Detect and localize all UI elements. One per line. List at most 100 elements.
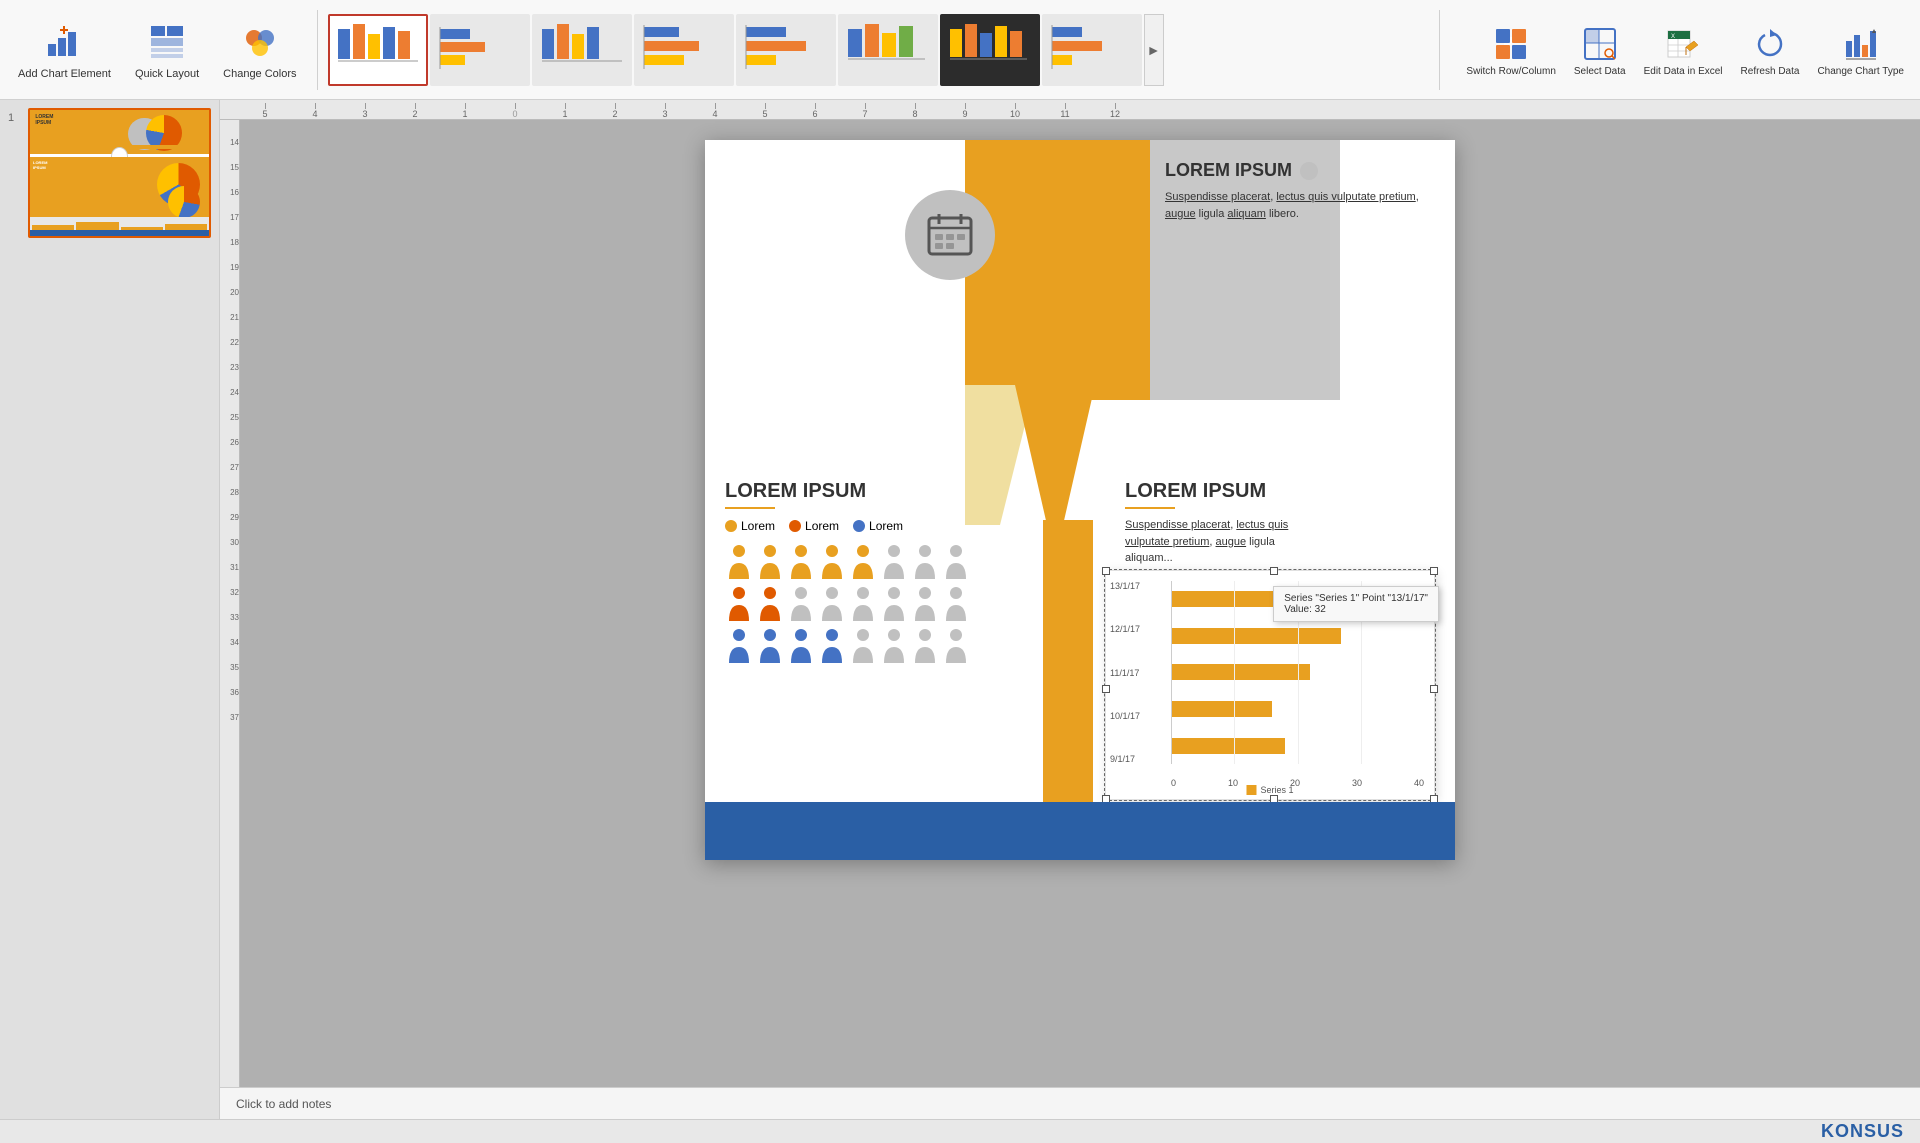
edit-data-icon: X (1665, 22, 1701, 66)
person-icon-gold (787, 543, 815, 579)
series-legend-square (1246, 785, 1256, 795)
change-chart-type-button[interactable]: Change Chart Type (1809, 6, 1912, 94)
person-icon-gray (942, 543, 970, 579)
ruler-mark: 10 (990, 103, 1040, 119)
canvas-area[interactable]: lectus quis vulputate pretium, augue lig… (240, 120, 1920, 1087)
chart-x-labels: 0 10 20 30 40 (1171, 778, 1424, 788)
ruler-mark: 9 (940, 103, 990, 119)
add-chart-element-icon (44, 18, 84, 66)
tooltip-series: Series "Series 1" Point "13/1/17" (1284, 593, 1428, 604)
ruler-left-mark: 20 (221, 280, 239, 305)
person-icon-gold (725, 543, 753, 579)
ruler-left-mark: 19 (221, 255, 239, 280)
ruler-mark: 4 (690, 103, 740, 119)
ruler-mark: 4 (290, 103, 340, 119)
ruler-left-mark: 30 (221, 530, 239, 555)
chart-thumb-2[interactable] (430, 14, 530, 86)
legend-item-1: Lorem (725, 519, 775, 533)
right-top-text-underline4: aliquam (1227, 208, 1266, 220)
person-icon-blue (725, 627, 753, 663)
chart-thumb-3[interactable] (532, 14, 632, 86)
right-top-text-underline2: lectus quis vulputate pretium (1276, 191, 1415, 203)
legend-label-3: Lorem (869, 519, 903, 533)
ruler-mark: 3 (340, 103, 390, 119)
calendar-icon-svg (925, 210, 975, 260)
ruler-left-mark: 21 (221, 305, 239, 330)
quick-layout-button[interactable]: Quick Layout (125, 6, 209, 94)
ruler-mark: 7 (840, 103, 890, 119)
change-colors-button[interactable]: Change Colors (213, 6, 306, 94)
edit-data-in-excel-button[interactable]: X Edit Data in Excel (1636, 6, 1731, 94)
calendar-icon-circle (905, 190, 995, 280)
slide-number-1: 1 (8, 112, 22, 124)
person-icon-gray (911, 585, 939, 621)
select-data-label: Select Data (1574, 66, 1626, 78)
ruler-left: 14 15 16 17 18 19 20 21 22 23 24 25 26 2… (220, 120, 240, 1087)
person-icon-gray (880, 543, 908, 579)
ruler-mark: 1 (440, 103, 490, 119)
ruler-left-mark: 32 (221, 580, 239, 605)
ruler-mark: 12 (1090, 103, 1140, 119)
chart-thumb-next-arrow[interactable]: ► (1144, 14, 1164, 86)
y-label-4: 12/1/17 (1110, 624, 1140, 634)
chart-thumb-5[interactable] (736, 14, 836, 86)
edit-data-in-excel-label: Edit Data in Excel (1644, 66, 1723, 78)
right-title-underline (1125, 507, 1175, 509)
ruler-top: 5 4 3 2 1 0 1 2 3 4 5 6 7 8 9 10 11 12 (220, 100, 1920, 120)
legend-dot-1 (725, 520, 737, 532)
chart-y-labels: 13/1/17 12/1/17 11/1/17 10/1/17 9/1/17 (1110, 581, 1140, 764)
right-section-text: Suspendisse placerat, lectus quis vulput… (1125, 517, 1435, 567)
x-label-10: 10 (1228, 778, 1238, 788)
bottom-blue-bar (705, 802, 1455, 860)
slide-canvas[interactable]: lectus quis vulputate pretium, augue lig… (705, 140, 1455, 860)
svg-text:X: X (1671, 34, 1675, 40)
editor-area: 5 4 3 2 1 0 1 2 3 4 5 6 7 8 9 10 11 12 (220, 100, 1920, 1119)
person-icon-blue (818, 627, 846, 663)
change-chart-type-label: Change Chart Type (1817, 66, 1904, 78)
chart-thumb-8[interactable] (1042, 14, 1142, 86)
right-top-text-underline3: augue (1165, 208, 1196, 220)
chart-tooltip: Series "Series 1" Point "13/1/17" Value:… (1273, 586, 1439, 622)
konsus-brand-logo: KONSUS (1821, 1121, 1904, 1142)
person-icon-blue (787, 627, 815, 663)
ruler-mark: 3 (640, 103, 690, 119)
person-icon-gray (911, 627, 939, 663)
chart-thumb-7[interactable] (940, 14, 1040, 86)
y-label-3: 11/1/17 (1110, 668, 1140, 678)
right-top-text-underline1: Suspendisse placerat (1165, 191, 1270, 203)
right-title-area: LOREM IPSUM (1165, 160, 1445, 181)
slide-preview-1[interactable]: LOREMIPSUM LOREMIPSUM (28, 108, 211, 238)
right-text-u1: Suspendisse placerat (1125, 519, 1230, 531)
chart-thumb-6[interactable] (838, 14, 938, 86)
x-label-30: 30 (1352, 778, 1362, 788)
chart-thumb-4[interactable] (634, 14, 734, 86)
change-chart-type-icon (1843, 22, 1879, 66)
y-label-5: 13/1/17 (1110, 581, 1140, 591)
refresh-data-button[interactable]: Refresh Data (1733, 6, 1808, 94)
left-title-underline (725, 507, 775, 509)
bar-chart[interactable]: 13/1/17 12/1/17 11/1/17 10/1/17 9/1/17 (1105, 570, 1435, 800)
person-icon-gold (849, 543, 877, 579)
person-icon-gray (880, 627, 908, 663)
mini-slide-content: LOREMIPSUM LOREMIPSUM (30, 110, 209, 236)
status-bar: KONSUS (0, 1119, 1920, 1143)
left-section-title: LOREM IPSUM (725, 480, 1045, 503)
legend-label-2: Lorem (805, 519, 839, 533)
legend-item-2: Lorem (789, 519, 839, 533)
add-chart-element-button[interactable]: Add Chart Element (8, 6, 121, 94)
notes-placeholder: Click to add notes (236, 1097, 331, 1111)
person-icon-blue (756, 627, 784, 663)
refresh-data-icon (1752, 22, 1788, 66)
main-area: 1 LOREMIPSUM (0, 100, 1920, 1119)
right-title: LOREM IPSUM (1165, 160, 1292, 181)
switch-row-column-button[interactable]: Switch Row/Column (1458, 6, 1563, 94)
person-icon-red (725, 585, 753, 621)
select-data-button[interactable]: Select Data (1566, 6, 1634, 94)
chart-thumb-1[interactable] (328, 14, 428, 86)
notes-bar[interactable]: Click to add notes (220, 1087, 1920, 1119)
right-text-u3: vulputate pretium (1125, 536, 1209, 548)
person-icon-gray (849, 627, 877, 663)
person-icon-gray (818, 585, 846, 621)
quick-layout-label: Quick Layout (135, 68, 199, 81)
chart-bar-5 (1171, 738, 1285, 754)
